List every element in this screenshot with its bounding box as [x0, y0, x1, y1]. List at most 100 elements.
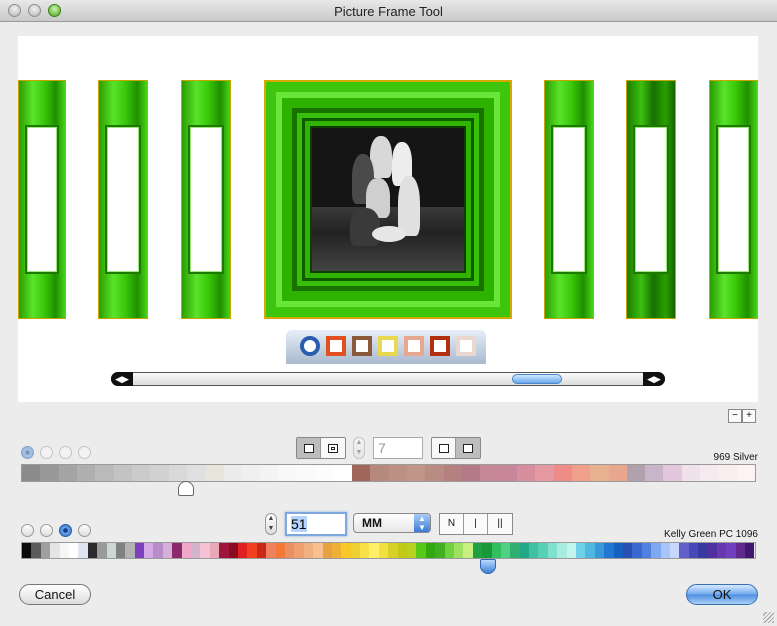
mat-radio-1[interactable] [21, 446, 34, 459]
color-swatch[interactable] [735, 543, 746, 558]
color-swatch[interactable] [576, 543, 586, 558]
frame-radio-4[interactable] [78, 524, 91, 537]
color-swatch[interactable] [726, 543, 736, 558]
mat-radio-3[interactable] [59, 446, 72, 459]
color-swatch[interactable] [153, 543, 163, 558]
color-swatch[interactable] [547, 543, 558, 558]
color-swatch[interactable] [219, 543, 229, 558]
color-swatch[interactable] [260, 465, 279, 481]
color-swatch[interactable] [40, 465, 59, 481]
color-swatch[interactable] [480, 465, 499, 481]
color-swatch[interactable] [322, 543, 332, 558]
mat-double-button[interactable] [321, 438, 345, 458]
frame-sample[interactable] [98, 80, 148, 319]
color-swatch[interactable] [275, 543, 285, 558]
frame-style-yellow[interactable] [378, 336, 398, 356]
color-swatch[interactable] [660, 543, 670, 558]
color-swatch[interactable] [97, 543, 107, 558]
color-swatch[interactable] [360, 543, 370, 558]
frame-sample[interactable] [709, 80, 758, 319]
mat-count-stepper[interactable]: ▲ ▼ [353, 437, 365, 459]
frame-radio-1[interactable] [21, 524, 34, 537]
color-swatch[interactable] [590, 465, 609, 481]
color-swatch[interactable] [651, 543, 661, 558]
frame-sample[interactable] [18, 80, 66, 319]
moulding-n-button[interactable]: N [440, 514, 464, 534]
color-swatch[interactable] [553, 465, 572, 481]
color-swatch[interactable] [669, 543, 680, 558]
frame-color-pointer[interactable] [479, 559, 496, 574]
color-swatch[interactable] [181, 543, 192, 558]
color-swatch[interactable] [718, 465, 737, 481]
color-swatch[interactable] [106, 543, 116, 558]
frame-width-field[interactable]: 51 [285, 512, 347, 536]
color-swatch[interactable] [397, 543, 408, 558]
color-swatch[interactable] [585, 543, 595, 558]
color-swatch[interactable] [115, 543, 126, 558]
color-swatch[interactable] [645, 465, 664, 481]
color-swatch[interactable] [172, 543, 182, 558]
color-swatch[interactable] [736, 465, 755, 481]
color-swatch[interactable] [407, 543, 417, 558]
color-swatch[interactable] [491, 543, 501, 558]
color-swatch[interactable] [350, 543, 361, 558]
color-swatch[interactable] [608, 465, 627, 481]
color-swatch[interactable] [205, 465, 224, 481]
color-swatch[interactable] [209, 543, 220, 558]
frame-style-rust[interactable] [430, 336, 450, 356]
frame-width-stepper[interactable]: ▲ ▼ [265, 513, 277, 535]
color-swatch[interactable] [679, 543, 689, 558]
moulding-single-button[interactable]: | [464, 514, 488, 534]
color-swatch[interactable] [416, 543, 426, 558]
color-swatch[interactable] [498, 465, 517, 481]
color-swatch[interactable] [745, 543, 755, 558]
color-swatch[interactable] [406, 465, 426, 481]
color-swatch[interactable] [681, 465, 701, 481]
color-swatch[interactable] [463, 543, 473, 558]
color-swatch[interactable] [144, 543, 154, 558]
color-swatch[interactable] [594, 543, 605, 558]
color-swatch[interactable] [538, 543, 548, 558]
color-swatch[interactable] [68, 543, 79, 558]
color-swatch[interactable] [707, 543, 717, 558]
color-swatch[interactable] [388, 465, 407, 481]
color-swatch[interactable] [186, 465, 206, 481]
frame-sample[interactable] [181, 80, 231, 319]
frame-style-cream[interactable] [456, 336, 476, 356]
resize-grip-icon[interactable] [763, 612, 774, 623]
color-swatch[interactable] [535, 465, 554, 481]
color-swatch[interactable] [223, 465, 242, 481]
color-swatch[interactable] [626, 465, 646, 481]
color-swatch[interactable] [78, 543, 88, 558]
unit-select[interactable]: MM ▲ ▼ [353, 513, 431, 533]
color-swatch[interactable] [425, 465, 444, 481]
ok-button[interactable]: OK [686, 584, 758, 605]
mat-radio-4[interactable] [78, 446, 91, 459]
color-swatch[interactable] [58, 465, 77, 481]
frame-sample[interactable] [626, 80, 676, 319]
color-swatch[interactable] [519, 543, 530, 558]
mat-square-button[interactable] [432, 438, 456, 458]
color-swatch[interactable] [228, 543, 238, 558]
color-swatch[interactable] [472, 543, 483, 558]
color-swatch[interactable] [443, 465, 462, 481]
color-swatch[interactable] [95, 465, 114, 481]
color-swatch[interactable] [134, 543, 145, 558]
color-swatch[interactable] [566, 543, 577, 558]
color-swatch[interactable] [461, 465, 481, 481]
scroll-thumb[interactable] [512, 374, 562, 384]
color-swatch[interactable] [131, 465, 151, 481]
color-swatch[interactable] [425, 543, 436, 558]
color-swatch[interactable] [303, 543, 314, 558]
color-swatch[interactable] [296, 465, 316, 481]
color-swatch[interactable] [369, 543, 379, 558]
color-swatch[interactable] [150, 465, 169, 481]
frame-style-brown[interactable] [352, 336, 372, 356]
color-swatch[interactable] [698, 543, 708, 558]
mat-color-swatches[interactable] [21, 464, 756, 482]
color-swatch[interactable] [125, 543, 135, 558]
color-swatch[interactable] [500, 543, 511, 558]
frame-scrollbar[interactable]: ◀▶ ◀▶ [111, 372, 665, 386]
color-swatch[interactable] [529, 543, 539, 558]
frame-radio-3[interactable] [59, 524, 72, 537]
